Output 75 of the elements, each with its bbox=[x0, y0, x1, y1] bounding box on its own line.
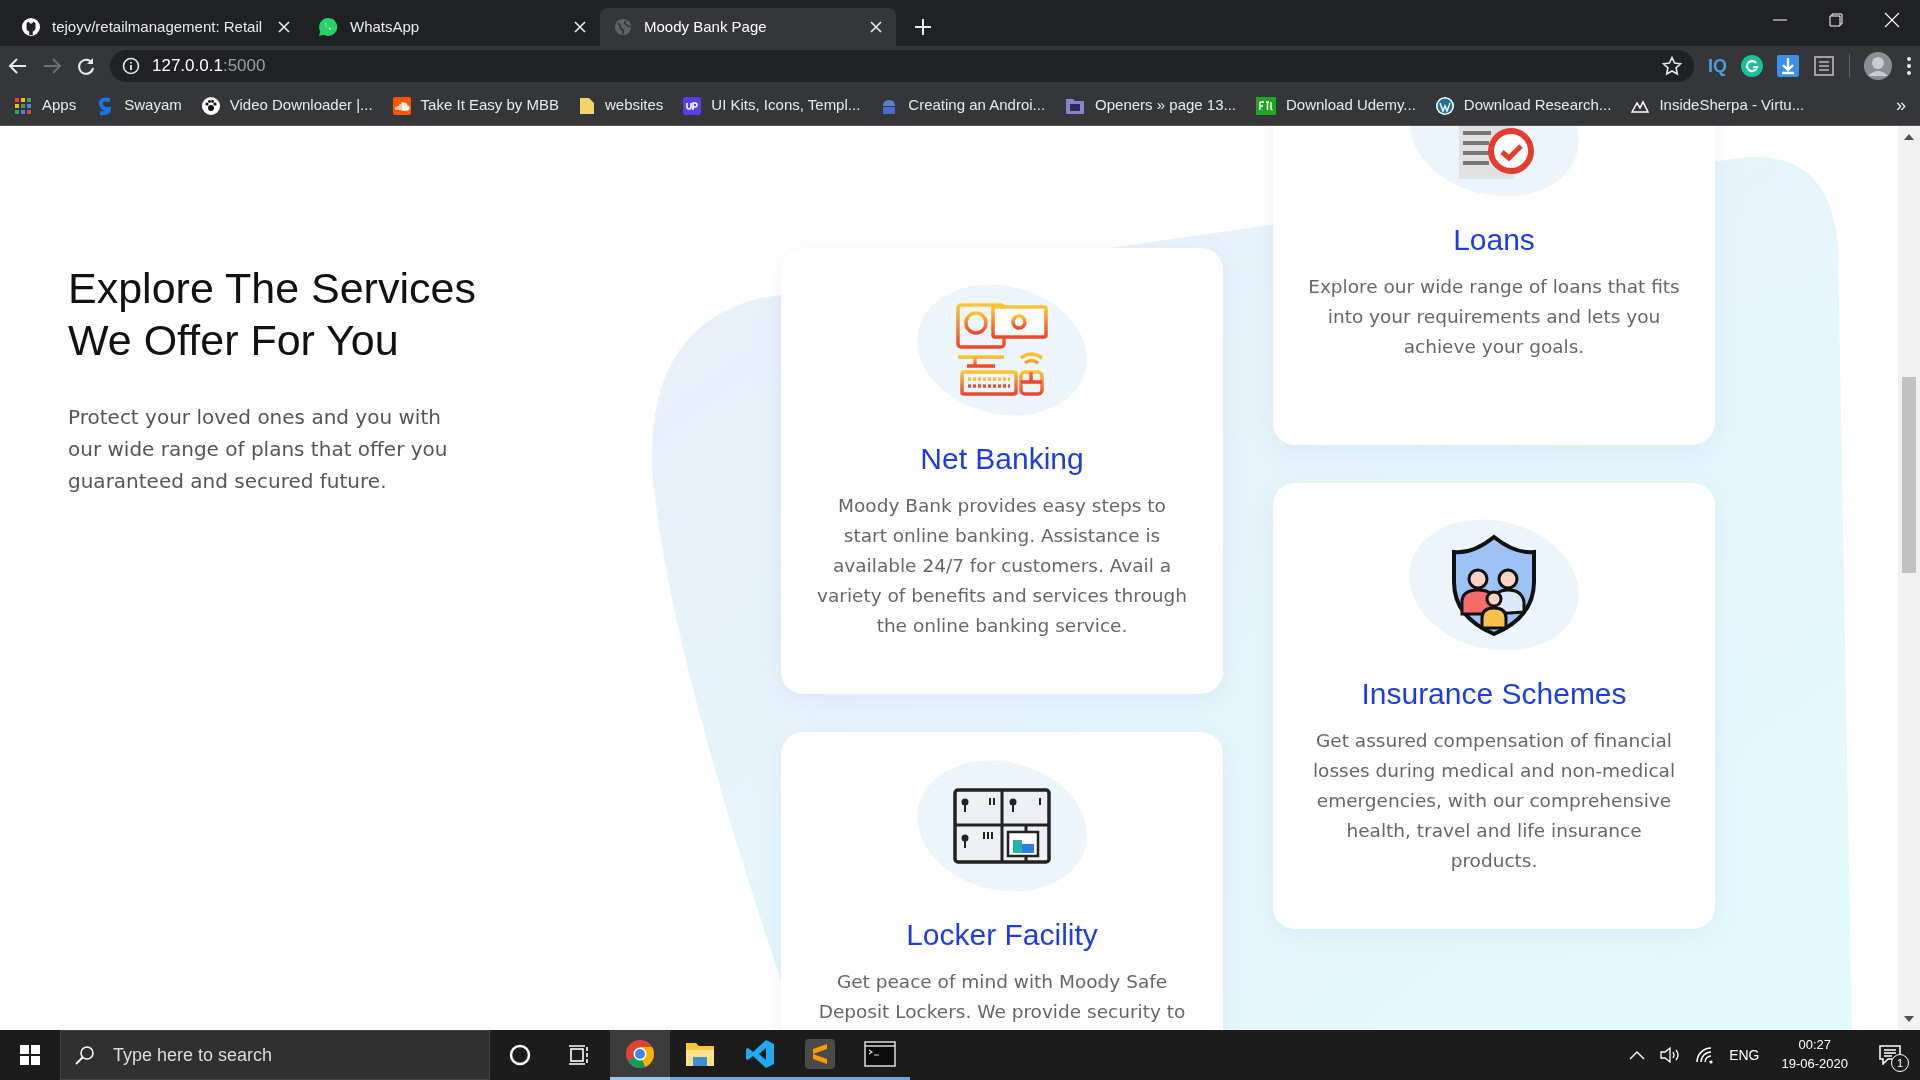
bookmark-link[interactable]: Swayam bbox=[96, 94, 182, 117]
close-icon[interactable] bbox=[278, 21, 290, 33]
section-heading: Explore The Services We Offer For You bbox=[68, 263, 477, 367]
terminal-icon bbox=[864, 1040, 896, 1067]
browser-tab[interactable]: WhatsApp bbox=[304, 8, 600, 46]
bookmark-link[interactable]: Take It Easy by MBB bbox=[392, 94, 559, 117]
square-icon bbox=[1256, 96, 1276, 115]
avatar-icon[interactable] bbox=[1864, 52, 1892, 80]
browser-tab[interactable]: Moody Bank Page bbox=[600, 8, 896, 46]
square-logo-icon bbox=[683, 96, 702, 115]
search-box[interactable]: Type here to search bbox=[60, 1030, 490, 1080]
mountain-icon bbox=[1631, 98, 1650, 113]
service-description: Get peace of mind with Moody Safe Deposit Lockers. We provide security to bbox=[817, 970, 1187, 1024]
bookmark-link[interactable]: websites bbox=[579, 94, 664, 117]
bookmark-link[interactable]: Openers » page 13... bbox=[1065, 94, 1236, 117]
locker-icon bbox=[953, 788, 1051, 864]
code-editor-icon bbox=[745, 1038, 775, 1069]
caret-up-icon[interactable] bbox=[1629, 1050, 1646, 1060]
service-title: Insurance Schemes bbox=[1361, 675, 1627, 712]
overflow-button[interactable]: » bbox=[1896, 92, 1906, 119]
arrow-up-icon[interactable] bbox=[1904, 134, 1914, 140]
service-description: Moody Bank provides easy steps to start online banking. Assistance is available 24/7 for customers. Avail a variety of benefits and services through the online banking service. bbox=[816, 493, 1188, 638]
service-title: Locker Facility bbox=[906, 917, 1098, 953]
bookmark-link[interactable]: Video Downloader |... bbox=[201, 94, 373, 117]
service-title: Loans bbox=[1453, 221, 1535, 258]
clock-button[interactable]: 00:27 19-06-2020 bbox=[1773, 1036, 1856, 1074]
arrow-down-icon[interactable] bbox=[1904, 1016, 1914, 1022]
computer-icon bbox=[955, 301, 1049, 398]
service-description: Get assured compensation of financial losses during medical and non-medical emergencies, with our comprehensive health, travel and life insurance products. bbox=[1311, 728, 1677, 873]
language-indicator[interactable]: ENG bbox=[1729, 1044, 1760, 1066]
circle-icon[interactable] bbox=[509, 1044, 531, 1066]
close-icon[interactable] bbox=[574, 21, 586, 33]
back-icon[interactable] bbox=[8, 56, 28, 76]
notification-icon[interactable] bbox=[1879, 1045, 1901, 1065]
browser-tab[interactable]: tejoyv/retailmanagement: Retail bbox=[8, 8, 304, 46]
grid-icon bbox=[14, 96, 32, 115]
folder-icon bbox=[579, 96, 595, 115]
globe-icon bbox=[614, 18, 632, 36]
bookmark-link[interactable]: Download Udemy... bbox=[1256, 94, 1416, 117]
paw-icon bbox=[201, 96, 220, 115]
chat-bubble-icon bbox=[318, 17, 338, 37]
service-title: Net Banking bbox=[920, 440, 1084, 477]
editor-icon bbox=[805, 1038, 835, 1069]
intro-text: Protect your loved ones and you with our wide range of plans that offer you guaranteed and secured future. bbox=[68, 403, 449, 495]
count-badge: 1 bbox=[1891, 1054, 1909, 1072]
taskbar-button[interactable] bbox=[610, 1030, 670, 1080]
scroll-thumb[interactable] bbox=[1902, 377, 1916, 573]
search-icon bbox=[75, 1045, 95, 1065]
info-icon[interactable] bbox=[122, 57, 140, 75]
browser-icon bbox=[625, 1038, 655, 1069]
reload-icon[interactable] bbox=[76, 56, 96, 76]
bookmark-link[interactable]: Download Research... bbox=[1435, 94, 1612, 117]
task-view-icon[interactable] bbox=[569, 1045, 591, 1065]
ring-icon[interactable] bbox=[1741, 55, 1763, 77]
cloud-icon bbox=[392, 96, 411, 115]
bookmark-link[interactable]: UI Kits, Icons, Templ... bbox=[683, 94, 861, 117]
bookmark-link[interactable]: InsideSherpa - Virtu... bbox=[1631, 94, 1805, 117]
search-field[interactable]: Type here to search bbox=[111, 1040, 451, 1070]
address-field[interactable]: 127.0.0.1:5000 bbox=[152, 53, 266, 79]
speaker-icon[interactable] bbox=[1659, 1045, 1682, 1065]
cat-logo-icon bbox=[22, 18, 40, 36]
bookmark-link[interactable]: Apps bbox=[14, 94, 77, 117]
bookmark-link[interactable]: Creating an Androi... bbox=[880, 94, 1046, 117]
scrollbar[interactable] bbox=[1898, 126, 1920, 1030]
windows-logo-icon[interactable] bbox=[20, 1045, 40, 1065]
document-icon[interactable] bbox=[1813, 55, 1835, 77]
plus-icon[interactable] bbox=[914, 18, 932, 36]
close-icon[interactable] bbox=[870, 21, 882, 33]
circle-logo-icon bbox=[1435, 96, 1454, 115]
menu-icon[interactable] bbox=[1906, 56, 1912, 76]
extension-button[interactable]: IQ bbox=[1708, 52, 1727, 80]
star-icon[interactable] bbox=[1662, 56, 1682, 76]
service-description: Explore our wide range of loans that fits into your requirements and lets you achieve your goals. bbox=[1307, 274, 1681, 359]
folder-icon bbox=[1065, 96, 1086, 115]
download-icon[interactable] bbox=[1777, 55, 1799, 77]
